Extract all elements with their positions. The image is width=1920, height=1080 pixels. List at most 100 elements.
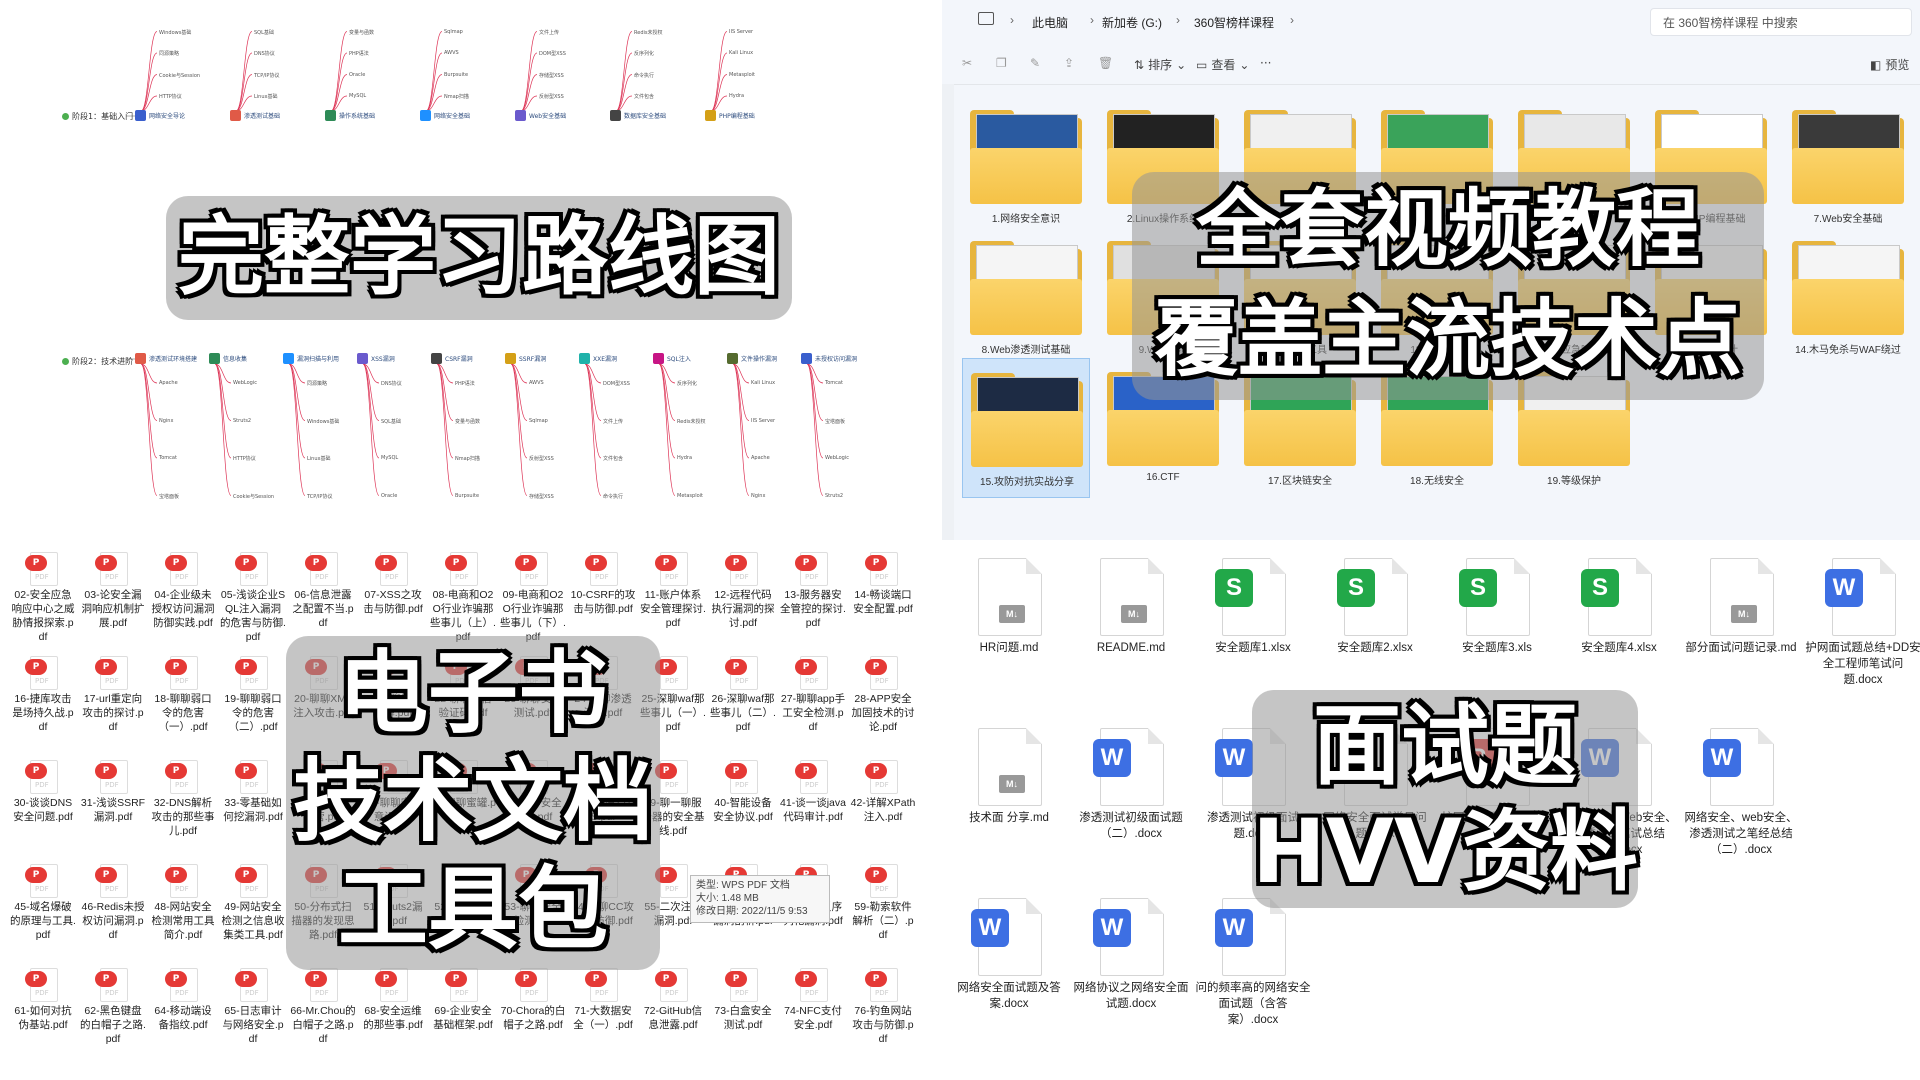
folder-item[interactable]: 15.攻防对抗实战分享	[962, 358, 1090, 498]
pdf-file-item[interactable]: P PDF 66-Mr.Chou的白帽子之路.pdf	[290, 966, 356, 1074]
pdf-file-item[interactable]: P PDF 02-安全应急响应中心之威胁情报探索.pdf	[10, 550, 76, 658]
document-file-item[interactable]: M↓ HR问题.md	[950, 548, 1068, 698]
mindmap-leaf: DOM型XSS	[603, 381, 630, 387]
document-file-name: 网络安全、web安全、渗透测试之笔经总结（二）.docx	[1684, 812, 1798, 856]
sort-button[interactable]: ⇅ 排序 ⌄	[1134, 56, 1186, 73]
pdf-file-item[interactable]: P PDF 61-如何对抗伪基站.pdf	[10, 966, 76, 1074]
breadcrumb-drive[interactable]: 新加卷 (G:)	[1102, 14, 1162, 31]
preview-pane-button[interactable]: ◧ 预览	[1870, 56, 1909, 73]
pdf-file-item[interactable]: P PDF 69-企业安全基础框架.pdf	[430, 966, 496, 1074]
spreadsheet-icon: S	[1459, 569, 1497, 607]
pdf-file-item[interactable]: P PDF 05-浅谈企业SQL注入漏洞的危害与防御.pdf	[220, 550, 286, 658]
pdf-file-item[interactable]: P PDF 65-日志审计与网络安全.pdf	[220, 966, 286, 1074]
pdf-file-item[interactable]: P PDF 28-APP安全加固技术的讨论.pdf	[850, 654, 916, 762]
pdf-file-item[interactable]: P PDF 33-零基础如何挖漏洞.pdf	[220, 758, 286, 866]
search-input[interactable]: 在 360智榜样课程 中搜索	[1650, 8, 1912, 36]
pdf-file-item[interactable]: P PDF 31-浅谈SSRF漏洞.pdf	[80, 758, 146, 866]
mindmap-node: Web安全基础	[515, 110, 566, 121]
pdf-file-item[interactable]: P PDF 70-Chora的白帽子之路.pdf	[500, 966, 566, 1074]
pdf-file-item[interactable]: P PDF 45-域名爆破的原理与工具.pdf	[10, 862, 76, 970]
document-file-item[interactable]: W 网络安全面试题及答案.docx	[950, 888, 1068, 1038]
more-button[interactable]: ···	[1260, 56, 1271, 70]
delete-icon[interactable]: 🗑	[1098, 56, 1113, 70]
pdf-file-name: 45-域名爆破的原理与工具.pdf	[10, 901, 76, 941]
mindmap-leaf: Linux基础	[254, 94, 278, 100]
node-icon	[653, 353, 664, 364]
folder-item[interactable]: 8.Web渗透测试基础	[962, 227, 1090, 367]
pdf-file-item[interactable]: P PDF 04-企业级未授权访问漏洞防御实践.pdf	[150, 550, 216, 658]
pdf-file-item[interactable]: P PDF 18-聊聊弱口令的危害（一）.pdf	[150, 654, 216, 762]
pdf-file-item[interactable]: P PDF 42-详解XPath注入.pdf	[850, 758, 916, 866]
pdf-file-name: 04-企业级未授权访问漏洞防御实践.pdf	[151, 589, 215, 629]
document-file-item[interactable]: S 安全题库3.xls	[1438, 548, 1556, 698]
pdf-file-item[interactable]: P PDF 16-捷库攻击是场持久战.pdf	[10, 654, 76, 762]
file-page-icon: S	[1459, 558, 1530, 636]
file-page-icon: M↓	[978, 558, 1042, 636]
mindmap-leaf: TCP/IP协议	[254, 72, 280, 79]
mindmap-leaf: Burpsuite	[444, 71, 469, 78]
document-file-item[interactable]: W 护网面试题总结+DD安全工程师笔试问题.docx	[1804, 548, 1920, 698]
pdf-file-item[interactable]: P PDF 72-GitHub信息泄露.pdf	[640, 966, 706, 1074]
node-icon	[505, 353, 516, 364]
breadcrumb-this-pc[interactable]: 此电脑	[1032, 14, 1068, 31]
document-file-item[interactable]: S 安全题库2.xlsx	[1316, 548, 1434, 698]
mindmap-node: SQL注入	[653, 353, 691, 364]
cut-icon[interactable]: ✂	[962, 56, 972, 70]
rename-icon[interactable]: ✎	[1030, 56, 1040, 70]
folder-item[interactable]: 14.木马免杀与WAF绕过	[1784, 227, 1912, 367]
document-file-item[interactable]: W 问的频率高的网络安全面试题（含答案）.docx	[1194, 888, 1312, 1038]
pdf-file-item[interactable]: P PDF 71-大数据安全（一）.pdf	[570, 966, 636, 1074]
pdf-file-item[interactable]: P PDF 46-Redis未授权访问漏洞.pdf	[80, 862, 146, 970]
pdf-file-item[interactable]: P PDF 41-谈一谈java代码审计.pdf	[780, 758, 846, 866]
pdf-file-item[interactable]: P PDF 68-安全运维的那些事.pdf	[360, 966, 426, 1074]
mindmap-leaf: Cookie与Session	[233, 493, 275, 500]
pdf-file-item[interactable]: P PDF 59-勒索软件解析（二）.pdf	[850, 862, 916, 970]
pdf-file-item[interactable]: P PDF 30-谈谈DNS安全问题.pdf	[10, 758, 76, 866]
document-file-item[interactable]: W 网络协议之网络安全面试题.docx	[1072, 888, 1190, 1038]
document-file-item[interactable]: W 渗透测试初级面试题（二）.docx	[1072, 718, 1190, 868]
view-button[interactable]: ▭ 查看 ⌄	[1196, 56, 1249, 73]
mindmap-node: 信息收集	[209, 353, 247, 364]
pdf-file-item[interactable]: P PDF 13-服务器安全管控的探讨.pdf	[780, 550, 846, 658]
mindmap-leaf: IIS Server	[751, 417, 776, 424]
breadcrumb-course-folder[interactable]: 360智榜样课程	[1194, 14, 1274, 31]
monitor-icon	[978, 12, 994, 25]
pdf-file-icon: PPDF	[865, 656, 898, 690]
pdf-file-item[interactable]: P PDF 32-DNS解析攻击的那些事儿.pdf	[150, 758, 216, 866]
pdf-file-item[interactable]: P PDF 17-url重定向攻击的探讨.pdf	[80, 654, 146, 762]
pdf-file-item[interactable]: P PDF 40-智能设备安全协议.pdf	[710, 758, 776, 866]
pdf-file-item[interactable]: P PDF 19-聊聊弱口令的危害（二）.pdf	[220, 654, 286, 762]
copy-icon[interactable]: ❐	[996, 56, 1007, 70]
share-icon[interactable]: ⇪	[1064, 56, 1074, 70]
document-file-item[interactable]: M↓ 部分面试问题记录.md	[1682, 548, 1800, 698]
pdf-file-name: 07-XSS之攻击与防御.pdf	[363, 589, 423, 615]
pdf-file-item[interactable]: P PDF 14-畅谈端口安全配置.pdf	[850, 550, 916, 658]
pdf-file-item[interactable]: P PDF 62-黑色键盘的白帽子之路.pdf	[80, 966, 146, 1074]
document-file-item[interactable]: W 网络安全、web安全、渗透测试之笔经总结（二）.docx	[1682, 718, 1800, 868]
pdf-file-item[interactable]: P PDF 76-钓鱼网站攻击与防御.pdf	[850, 966, 916, 1074]
folder-item[interactable]: 7.Web安全基础	[1784, 96, 1912, 236]
pdf-file-icon: PPDF	[25, 760, 58, 794]
pdf-file-item[interactable]: P PDF 12-远程代码执行漏洞的探讨.pdf	[710, 550, 776, 658]
mindmap-node-label: 未授权访问漏洞	[815, 356, 858, 363]
mindmap-leaf: MySQL	[381, 455, 399, 461]
stage2-label: 阶段2：技术进阶	[62, 356, 133, 367]
document-file-item[interactable]: M↓ README.md	[1072, 548, 1190, 698]
document-file-item[interactable]: M↓ 技术面 分享.md	[950, 718, 1068, 868]
pdf-file-item[interactable]: P PDF 26-深聊waf那些事儿（二）.pdf	[710, 654, 776, 762]
pdf-file-item[interactable]: P PDF 27-聊聊app手工安全检测.pdf	[780, 654, 846, 762]
pdf-file-item[interactable]: P PDF 48-网站安全检测常用工具简介.pdf	[150, 862, 216, 970]
pdf-file-name: 70-Chora的白帽子之路.pdf	[500, 1005, 566, 1031]
pdf-file-item[interactable]: P PDF 74-NFC支付安全.pdf	[780, 966, 846, 1074]
pdf-file-item[interactable]: P PDF 49-网站安全检测之信息收集类工具.pdf	[220, 862, 286, 970]
mindmap-leaf: Nginx	[751, 492, 766, 499]
pdf-file-item[interactable]: P PDF 64-移动端设备指纹.pdf	[150, 966, 216, 1074]
mindmap-leaf: HTTP协议	[233, 456, 256, 462]
pdf-file-icon: PPDF	[375, 552, 408, 586]
pdf-file-item[interactable]: P PDF 03-论安全漏洞响应机制扩展.pdf	[80, 550, 146, 658]
folder-item[interactable]: 1.网络安全意识	[962, 96, 1090, 236]
pdf-file-name: 61-如何对抗伪基站.pdf	[14, 1005, 72, 1031]
document-file-item[interactable]: S 安全题库4.xlsx	[1560, 548, 1678, 698]
document-file-item[interactable]: S 安全题库1.xlsx	[1194, 548, 1312, 698]
pdf-file-item[interactable]: P PDF 73-白盒安全测试.pdf	[710, 966, 776, 1074]
